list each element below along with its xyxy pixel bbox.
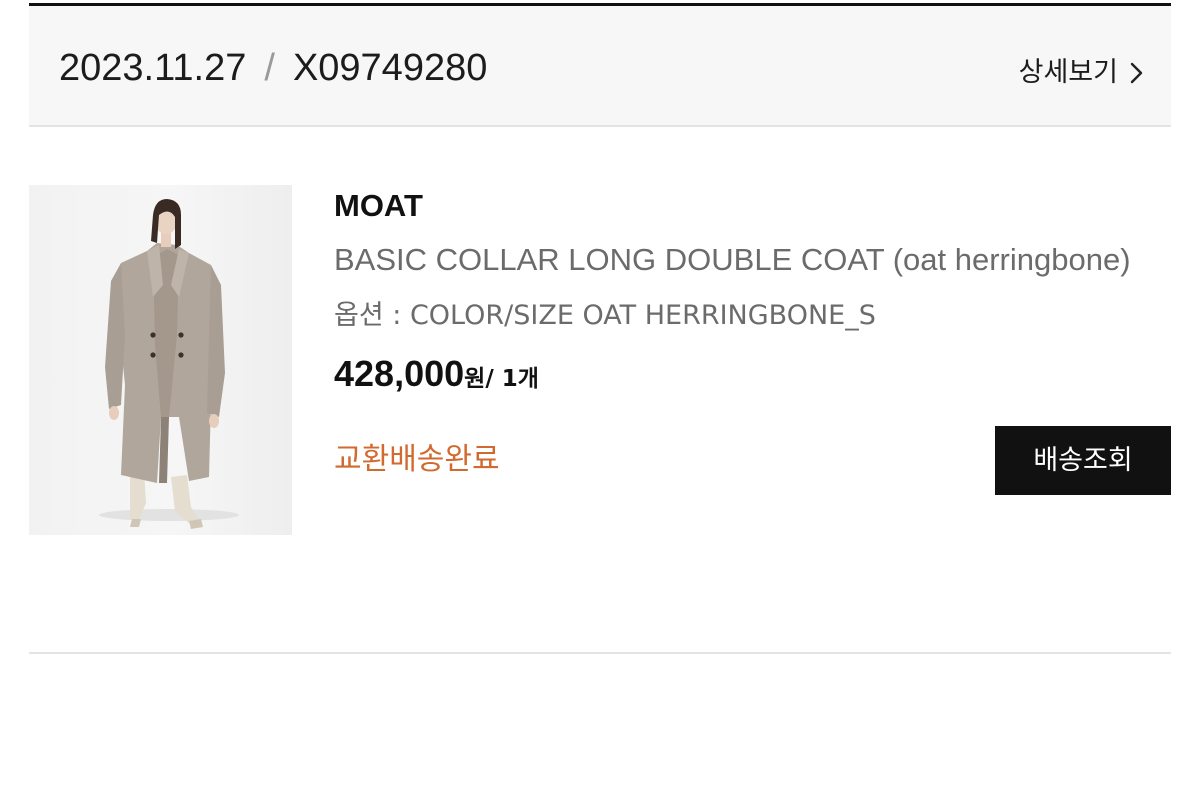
price-line: 428,000원/ 1개 [334, 353, 539, 395]
price-unit: 원 [464, 366, 486, 392]
order-date: 2023.11.27 [59, 47, 247, 89]
order-header: 2023.11.27 / X09749280 상세보기 [29, 6, 1171, 127]
brand-name[interactable]: MOAT [334, 188, 423, 224]
quantity: / 1개 [485, 366, 539, 392]
order-card: 2023.11.27 / X09749280 상세보기 MOAT BASIC COL… [29, 0, 1171, 790]
product-name[interactable]: BASIC COLLAR LONG DOUBLE COAT (oat herri… [334, 242, 1164, 278]
order-separator: / [264, 47, 275, 89]
track-delivery-button[interactable]: 배송조회 [995, 426, 1171, 495]
chevron-right-icon [1130, 62, 1143, 84]
product-option: 옵션 : COLOR/SIZE OAT HERRINGBONE_S [334, 300, 876, 331]
price-amount: 428,000 [334, 353, 465, 394]
product-image[interactable] [29, 185, 292, 535]
order-id-line: 2023.11.27 / X09749280 [59, 46, 487, 90]
detail-link-label: 상세보기 [1018, 57, 1118, 88]
order-status: 교환배송완료 [334, 442, 500, 477]
bottom-divider [29, 652, 1171, 654]
order-detail-link[interactable]: 상세보기 [1019, 56, 1143, 90]
coat-product-photo [99, 199, 239, 529]
order-number: X09749280 [292, 47, 488, 89]
